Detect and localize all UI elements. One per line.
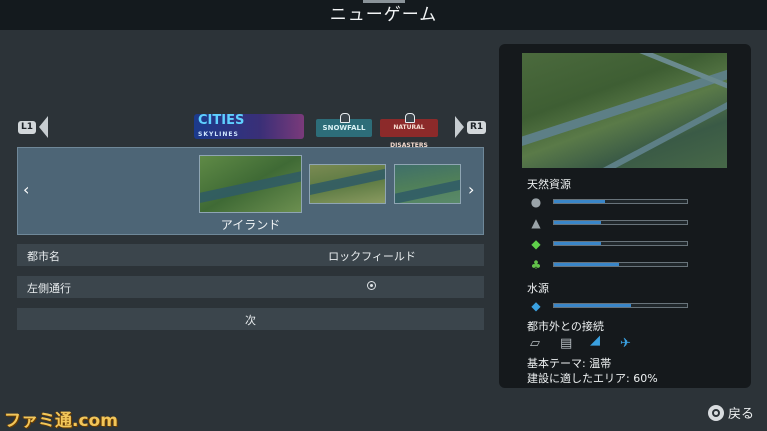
cities-logo-sub: SKYLINES [198,131,239,138]
r1-label: R1 [467,120,487,134]
fertile-land-icon: ◆ [531,237,541,251]
train-icon: ▤ [560,336,573,351]
left-traffic-row[interactable]: 左側通行 [17,276,484,298]
l1-shoulder-button[interactable]: L1 [18,115,48,139]
map-thumbnail[interactable] [394,164,461,204]
left-traffic-toggle[interactable] [367,281,376,290]
fertile-land-bar [553,241,688,246]
back-button[interactable]: 戻る [708,403,754,422]
map-selector: ‹ › アイランド [17,147,484,235]
ship-icon: ◢ [590,333,600,348]
map-thumbnail-selected[interactable] [199,155,302,213]
l1-label: L1 [18,120,36,134]
city-name-label: 都市名 [27,250,60,263]
natural-disasters-label: NATURAL DISASTERS [390,124,428,149]
oil-icon: ● [530,195,542,209]
lock-icon [405,113,415,123]
airplane-icon: ✈ [620,336,631,351]
cities-skylines-logo[interactable]: CITIES SKYLINES [194,114,304,139]
road-icon: ▱ [530,336,540,351]
oil-bar [553,199,688,204]
page-title: ニューゲーム [329,5,438,25]
ore-icon: ▲ [531,216,541,230]
back-label: 戻る [728,407,755,422]
map-thumbnail[interactable] [309,164,386,204]
top-bar: ニューゲーム [0,0,767,30]
city-name-row[interactable]: 都市名 ロックフィールド [17,244,484,266]
lock-icon [340,113,350,123]
snowfall-label: SNOWFALL [322,124,366,132]
famitsu-watermark: ファミ通.com [4,411,118,431]
cities-logo-title: CITIES [198,114,245,128]
next-label: 次 [245,314,256,327]
snowfall-logo[interactable]: SNOWFALL [316,113,372,137]
selected-map-name: アイランド [220,218,281,232]
r1-shoulder-button[interactable]: R1 [455,115,487,139]
water-bar [553,303,688,308]
triangle-left-icon [39,116,48,138]
water-label: 水源 [527,282,549,295]
chevron-left-icon[interactable]: ‹ [23,180,29,199]
chevron-right-icon[interactable]: › [468,180,474,199]
forest-bar [553,262,688,267]
map-preview-image [522,53,727,168]
triangle-right-icon [455,116,464,138]
natural-resources-label: 天然資源 [527,178,571,191]
forest-icon: ♣ [530,258,542,272]
water-icon: ◆ [531,299,541,313]
outside-connections-label: 都市外との接続 [527,320,604,333]
left-traffic-label: 左側通行 [27,282,71,295]
natural-disasters-logo[interactable]: NATURAL DISASTERS [380,113,438,149]
city-name-input[interactable]: ロックフィールド [317,248,427,264]
circle-button-icon [708,404,724,421]
theme-text: 基本テーマ: 温帯 [527,357,612,370]
top-tick [363,0,405,3]
next-button[interactable]: 次 [17,308,484,330]
ore-bar [553,220,688,225]
buildable-area-text: 建設に適したエリア: 60% [527,372,658,385]
